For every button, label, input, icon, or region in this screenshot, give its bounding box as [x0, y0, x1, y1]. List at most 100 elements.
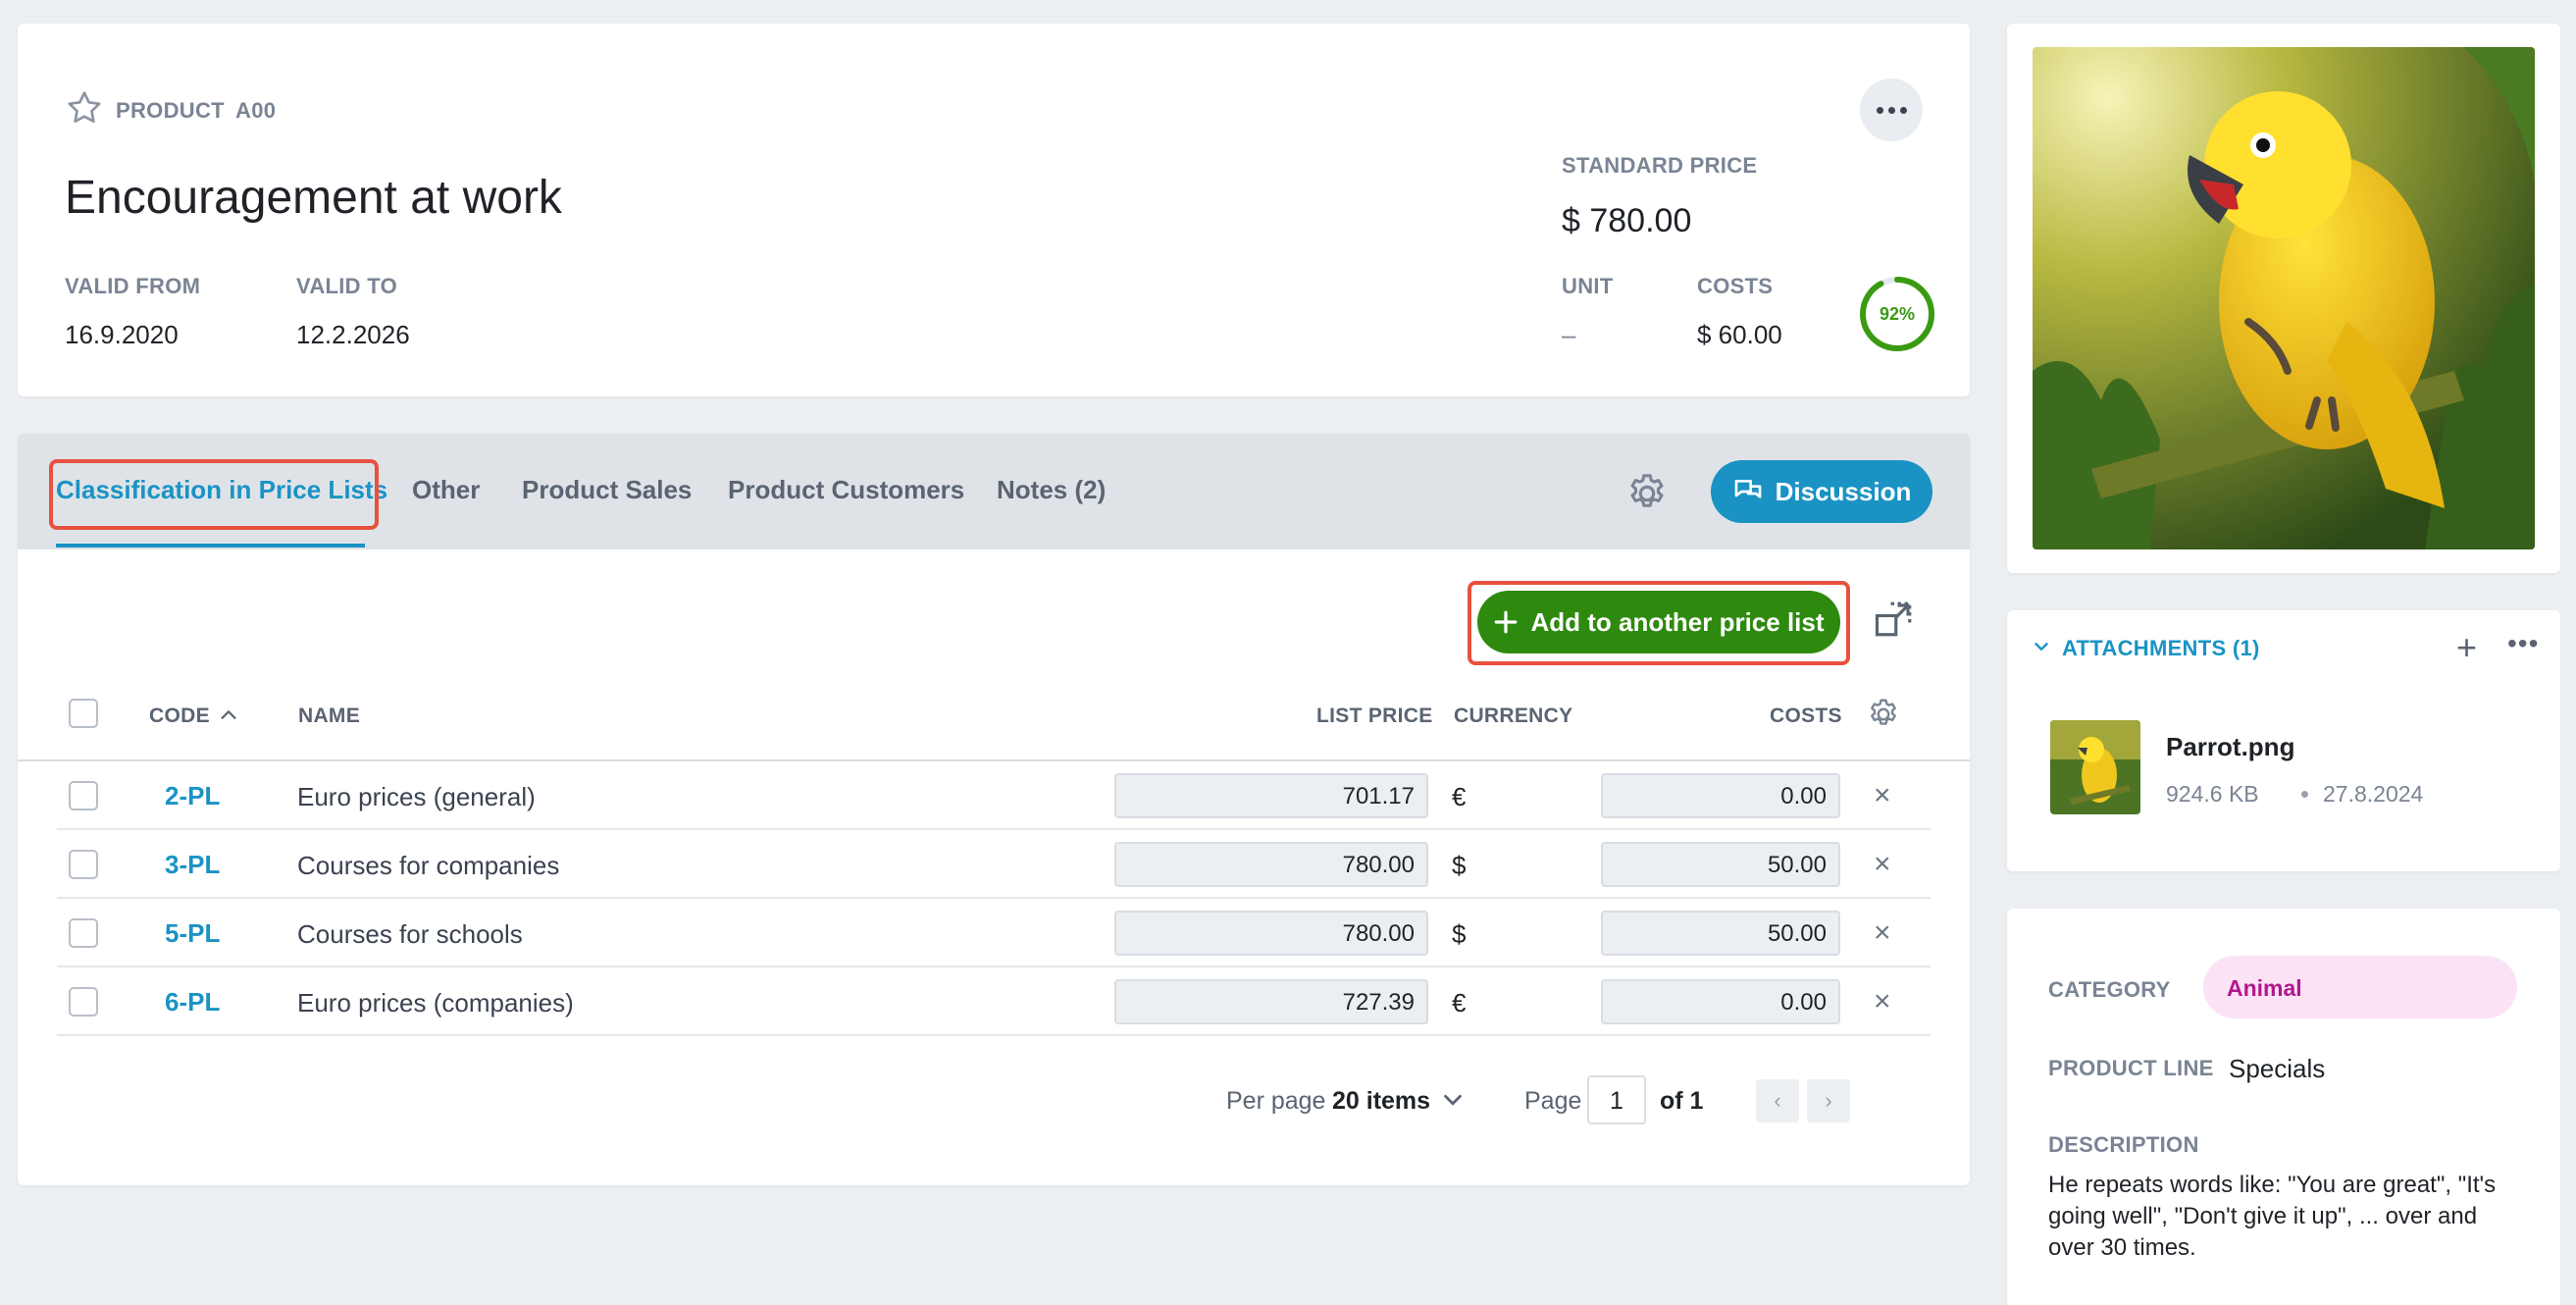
product-image-card [2007, 24, 2560, 573]
discussion-button-label: Discussion [1775, 476, 1912, 506]
standard-price-value: $ 780.00 [1562, 202, 1692, 239]
next-page-button[interactable]: › [1807, 1079, 1850, 1122]
page-number-input[interactable]: 1 [1587, 1075, 1646, 1124]
product-details-card: CATEGORY Animal PRODUCT LINE Specials DE… [2007, 909, 2560, 1305]
row-checkbox[interactable] [69, 918, 98, 948]
margin-percent: 92% [1879, 303, 1916, 324]
row-currency: € [1452, 782, 1467, 811]
select-all-checkbox[interactable] [69, 699, 98, 728]
table-row: 3-PL Courses for companies 780.00 $ 50.0… [57, 830, 1931, 899]
list-price-input[interactable]: 780.00 [1114, 842, 1428, 887]
attachments-card: ATTACHMENTS (1) + ••• Parrot.png 924.6 K… [2007, 610, 2560, 871]
row-checkbox[interactable] [69, 987, 98, 1017]
active-tab-indicator [56, 544, 365, 548]
valid-from-label: VALID FROM [65, 274, 201, 298]
product-header-card: PRODUCT A00 Encouragement at work VALID … [18, 24, 1970, 396]
star-icon[interactable] [65, 88, 104, 128]
attachments-title[interactable]: ATTACHMENTS (1) [2062, 636, 2260, 661]
valid-to-value: 12.2.2026 [296, 320, 410, 349]
costs-input[interactable]: 0.00 [1601, 979, 1840, 1024]
expand-icon[interactable] [1874, 599, 1915, 640]
row-name: Euro prices (general) [297, 782, 536, 811]
remove-row-icon[interactable]: × [1874, 985, 1891, 1018]
column-header-list-price[interactable]: LIST PRICE [1316, 705, 1433, 728]
table-row: 5-PL Courses for schools 780.00 $ 50.00 … [57, 899, 1931, 967]
row-code-link[interactable]: 3-PL [165, 850, 220, 880]
plus-icon [1495, 610, 1518, 634]
tab-notes[interactable]: Notes (2) [997, 475, 1106, 505]
column-header-costs[interactable]: COSTS [1770, 705, 1842, 728]
list-price-input[interactable]: 780.00 [1114, 911, 1428, 956]
row-currency: € [1452, 988, 1467, 1018]
unit-label: UNIT [1562, 274, 1614, 298]
row-name: Courses for schools [297, 919, 523, 949]
row-currency: $ [1452, 919, 1467, 949]
row-checkbox[interactable] [69, 850, 98, 879]
chevron-down-icon[interactable] [2031, 636, 2052, 657]
attachment-file-date: 27.8.2024 [2323, 781, 2424, 807]
row-name: Euro prices (companies) [297, 988, 574, 1018]
costs-input[interactable]: 50.00 [1601, 911, 1840, 956]
row-name: Courses for companies [297, 851, 560, 880]
add-to-price-list-button[interactable]: Add to another price list [1477, 591, 1840, 653]
description-label: DESCRIPTION [2048, 1132, 2199, 1157]
row-checkbox[interactable] [69, 781, 98, 810]
per-page-label: Per page [1226, 1087, 1326, 1115]
costs-value: $ 60.00 [1697, 320, 1782, 349]
add-attachment-icon[interactable]: + [2456, 630, 2477, 665]
list-price-input[interactable]: 701.17 [1114, 773, 1428, 818]
costs-input[interactable]: 0.00 [1601, 773, 1840, 818]
costs-label: COSTS [1697, 274, 1774, 298]
row-currency: $ [1452, 851, 1467, 880]
discussion-button[interactable]: Discussion [1711, 460, 1932, 523]
meta-separator-dot [2301, 791, 2308, 798]
tab-product-customers[interactable]: Product Customers [728, 475, 964, 505]
unit-value: – [1562, 320, 1576, 349]
column-header-code[interactable]: CODE [149, 705, 210, 728]
table-row: 6-PL Euro prices (companies) 727.39 € 0.… [57, 967, 1931, 1036]
tab-highlight-outline [49, 459, 379, 530]
standard-price-label: STANDARD PRICE [1562, 153, 1758, 178]
product-image[interactable] [2033, 47, 2535, 549]
description-text: He repeats words like: "You are great", … [2048, 1172, 2497, 1261]
table-row: 2-PL Euro prices (general) 701.17 € 0.00… [57, 761, 1931, 830]
remove-row-icon[interactable]: × [1874, 779, 1891, 812]
page-title: Encouragement at work [65, 172, 562, 224]
tab-bar: Classification in Price Lists Other Prod… [18, 434, 1970, 549]
chevron-down-icon[interactable] [1438, 1085, 1468, 1115]
category-badge[interactable]: Animal [2203, 956, 2517, 1018]
price-lists-panel: Classification in Price Lists Other Prod… [18, 434, 1970, 1185]
more-actions-button[interactable] [1860, 78, 1923, 141]
costs-input[interactable]: 50.00 [1601, 842, 1840, 887]
row-code-link[interactable]: 5-PL [165, 918, 220, 949]
tab-other[interactable]: Other [412, 475, 480, 505]
tab-product-sales[interactable]: Product Sales [522, 475, 692, 505]
product-line-label: PRODUCT LINE [2048, 1056, 2214, 1080]
record-type-label: PRODUCT [116, 98, 225, 123]
attachment-file-name[interactable]: Parrot.png [2166, 732, 2294, 762]
row-code-link[interactable]: 2-PL [165, 781, 220, 811]
valid-to-label: VALID TO [296, 274, 398, 298]
category-label: CATEGORY [2048, 977, 2171, 1002]
remove-row-icon[interactable]: × [1874, 848, 1891, 881]
page-label: Page [1524, 1087, 1582, 1115]
product-line-value: Specials [2229, 1054, 2326, 1083]
column-header-name[interactable]: NAME [298, 705, 360, 728]
product-code: A00 [235, 98, 277, 123]
per-page-select[interactable]: 20 items [1332, 1087, 1430, 1116]
column-settings-icon[interactable] [1866, 697, 1901, 732]
column-header-currency[interactable]: CURRENCY [1454, 705, 1572, 728]
attachments-more-icon[interactable]: ••• [2507, 628, 2539, 659]
remove-row-icon[interactable]: × [1874, 916, 1891, 950]
page-total: of 1 [1660, 1087, 1704, 1115]
prev-page-button[interactable]: ‹ [1756, 1079, 1799, 1122]
add-button-label: Add to another price list [1530, 606, 1825, 637]
chat-icon [1734, 480, 1761, 498]
sort-ascending-icon[interactable] [218, 705, 239, 726]
gear-icon[interactable] [1624, 471, 1670, 516]
attachment-file-size: 924.6 KB [2166, 781, 2259, 807]
attachment-thumbnail[interactable] [2050, 720, 2140, 814]
row-code-link[interactable]: 6-PL [165, 987, 220, 1018]
list-price-input[interactable]: 727.39 [1114, 979, 1428, 1024]
valid-from-value: 16.9.2020 [65, 320, 179, 349]
